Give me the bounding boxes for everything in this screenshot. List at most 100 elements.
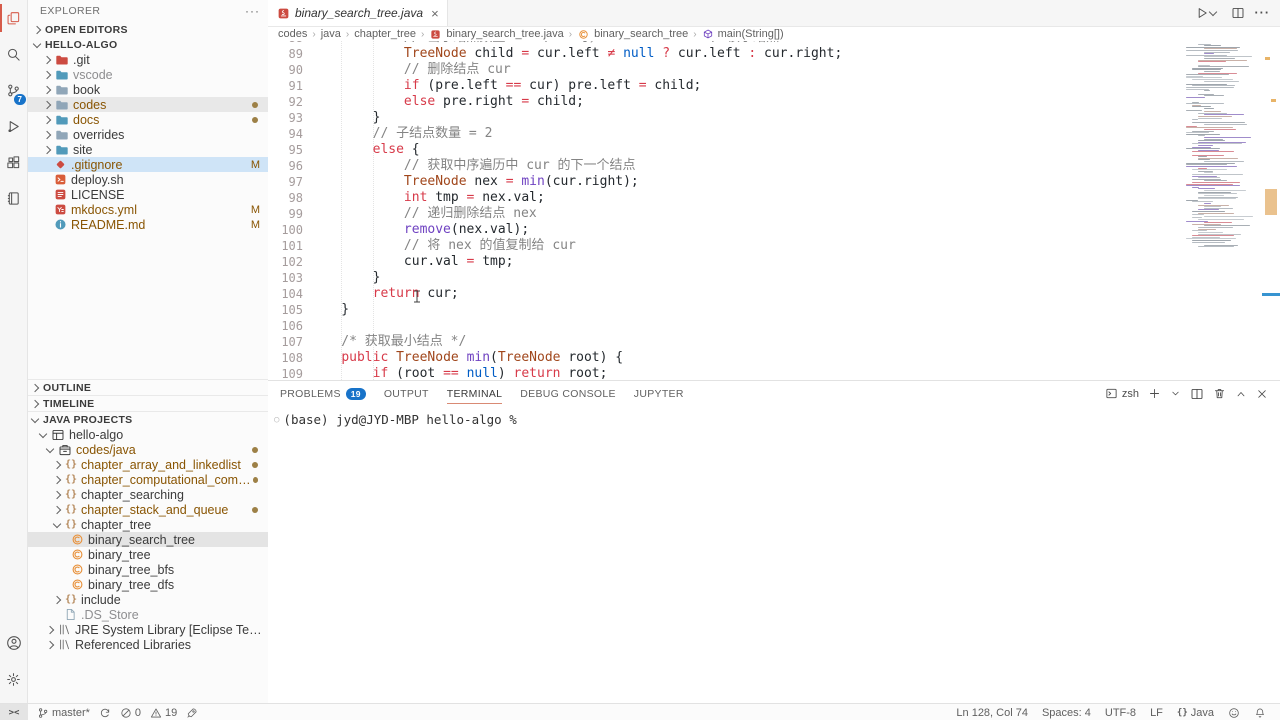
tree-item-jre-system-library-eclipse-temurin-17-17-[interactable]: JRE System Library [Eclipse Temurin 17 [… [28, 622, 268, 637]
panel-action-close-icon[interactable] [1256, 388, 1268, 400]
activity-bar-item-notebook[interactable] [0, 180, 27, 216]
tree-item--ds-store[interactable]: .DS_Store [28, 607, 268, 622]
workspace-root-header[interactable]: HELLO-ALGO [28, 37, 268, 52]
activity-bar-item-settings[interactable] [0, 661, 27, 697]
panel-action-plus-icon[interactable] [1148, 387, 1161, 400]
code-line[interactable]: 99 // 递归删除结点 nex [268, 206, 1280, 222]
status-feedback[interactable] [1228, 707, 1240, 719]
tree-item-binary-tree[interactable]: binary_tree [28, 547, 268, 562]
tab-close-icon[interactable]: × [431, 6, 439, 21]
panel-action-chevron-down-icon[interactable] [1170, 388, 1181, 399]
status-cursor-position[interactable]: Ln 128, Col 74 [956, 707, 1028, 719]
remote-indicator[interactable]: >< [0, 704, 28, 720]
tree-item-chapter-stack-and-queue[interactable]: {}chapter_stack_and_queue [28, 502, 268, 517]
tree-item-docs[interactable]: docs [28, 112, 268, 127]
explorer-more-actions[interactable]: ··· [245, 4, 260, 18]
breadcrumb-item[interactable]: binary_search_tree.java [429, 28, 563, 41]
code-area[interactable]: 88 // 当子结点数量 = 0 / 1 时， child = null / 该… [268, 41, 1280, 380]
code-line[interactable]: 90 // 删除结点 cur [268, 62, 1280, 78]
tree-item-chapter-searching[interactable]: {}chapter_searching [28, 487, 268, 502]
tree-item-readme-md[interactable]: README.mdM [28, 217, 268, 232]
editor-action-run-java[interactable] [1195, 6, 1221, 20]
tree-item-chapter-array-and-linkedlist[interactable]: {}chapter_array_and_linkedlist [28, 457, 268, 472]
status-sync[interactable] [99, 707, 111, 719]
activity-bar-item-run-and-debug[interactable] [0, 108, 27, 144]
panel-tab-jupyter[interactable]: JUPYTER [634, 381, 684, 406]
tree-item-chapter-computational-complexity[interactable]: {}chapter_computational_complexity [28, 472, 268, 487]
code-line[interactable]: 91 if (pre.left == cur) pre.left = child… [268, 78, 1280, 94]
status-encoding[interactable]: UTF-8 [1105, 707, 1136, 719]
code-line[interactable]: 101 // 将 nex 的值复制给 cur [268, 238, 1280, 254]
open-editors-header[interactable]: OPEN EDITORS [28, 22, 268, 37]
editor-action-split-editor[interactable] [1231, 6, 1245, 20]
tree-item-site[interactable]: site [28, 142, 268, 157]
editor-action-more-actions[interactable]: ··· [1255, 6, 1271, 20]
tab-binary-search-tree[interactable]: binary_search_tree.java × [268, 0, 448, 26]
code-line[interactable]: 109 if (root == null) return root; [268, 366, 1280, 380]
section-header-outline[interactable]: OUTLINE [28, 379, 268, 395]
status-notifications[interactable] [1254, 707, 1266, 719]
tree-item-hello-algo[interactable]: hello-algo [28, 427, 268, 442]
status-errors[interactable]: 0 [120, 707, 141, 719]
tree-item-binary-tree-dfs[interactable]: binary_tree_dfs [28, 577, 268, 592]
status-language-mode[interactable]: {}Java [1177, 707, 1214, 719]
code-line[interactable]: 102 cur.val = tmp; [268, 254, 1280, 270]
tree-item-book[interactable]: book [28, 82, 268, 97]
tree-item-license[interactable]: LICENSE [28, 187, 268, 202]
terminal-content[interactable]: ○ (base) jyd@JYD-MBP hello-algo % [268, 406, 1280, 427]
tree-item-binary-search-tree[interactable]: binary_search_tree [28, 532, 268, 547]
panel-tab-terminal[interactable]: TERMINAL [447, 381, 503, 406]
tree-item-codes[interactable]: codes [28, 97, 268, 112]
activity-bar-item-accounts[interactable] [0, 625, 27, 661]
tree-item-referenced-libraries[interactable]: Referenced Libraries [28, 637, 268, 652]
status-java-status[interactable] [186, 707, 198, 719]
tree-item-deploy-sh[interactable]: deploy.sh [28, 172, 268, 187]
tree-item-include[interactable]: {}include [28, 592, 268, 607]
tree-item-chapter-tree[interactable]: {}chapter_tree [28, 517, 268, 532]
section-header-java-projects[interactable]: JAVA PROJECTS [28, 411, 268, 427]
tree-item-codes-java[interactable]: codes/java [28, 442, 268, 457]
activity-bar-item-explorer[interactable] [0, 0, 27, 36]
code-line[interactable]: 100 remove(nex.val); [268, 222, 1280, 238]
panel-action-split-icon[interactable] [1190, 387, 1204, 401]
code-line[interactable]: 98 int tmp = nex.val; [268, 190, 1280, 206]
breadcrumb-item[interactable]: chapter_tree [354, 28, 416, 40]
panel-action-chevron-up-icon[interactable] [1235, 388, 1247, 400]
status-eol[interactable]: LF [1150, 707, 1163, 719]
code-line[interactable]: 94 // 子结点数量 = 2 [268, 126, 1280, 142]
tree-item--gitignore[interactable]: .gitignoreM [28, 157, 268, 172]
code-line[interactable]: 105 } [268, 302, 1280, 318]
tree-item-overrides[interactable]: overrides [28, 127, 268, 142]
tree-item-mkdocs-yml[interactable]: mkdocs.ymlM [28, 202, 268, 217]
status-branch[interactable]: master* [37, 707, 90, 719]
panel-tab-output[interactable]: OUTPUT [384, 381, 429, 406]
breadcrumb-item[interactable]: java [321, 28, 341, 40]
code-line[interactable]: 107 /* 获取最小结点 */ [268, 334, 1280, 350]
breadcrumb-item[interactable]: binary_search_tree [577, 28, 688, 41]
code-line[interactable]: 97 TreeNode nex = min(cur.right); [268, 174, 1280, 190]
code-line[interactable]: 95 else { [268, 142, 1280, 158]
code-line[interactable]: 93 } [268, 110, 1280, 126]
code-line[interactable]: 103 } [268, 270, 1280, 286]
status-warnings[interactable]: 19 [150, 707, 177, 719]
code-line[interactable]: 106 [268, 318, 1280, 334]
activity-bar-item-search[interactable] [0, 36, 27, 72]
panel-tab-problems[interactable]: PROBLEMS19 [280, 381, 366, 406]
activity-bar-item-extensions[interactable] [0, 144, 27, 180]
status-indentation[interactable]: Spaces: 4 [1042, 707, 1091, 719]
minimap[interactable] [1184, 42, 1262, 342]
tree-item-binary-tree-bfs[interactable]: binary_tree_bfs [28, 562, 268, 577]
section-header-timeline[interactable]: TIMELINE [28, 395, 268, 411]
panel-tab-debug-console[interactable]: DEBUG CONSOLE [520, 381, 616, 406]
code-line[interactable]: 108 public TreeNode min(TreeNode root) { [268, 350, 1280, 366]
code-line[interactable]: 96 // 获取中序遍历中 cur 的下一个结点 [268, 158, 1280, 174]
code-line[interactable]: 89 TreeNode child = cur.left ≠ null ? cu… [268, 46, 1280, 62]
activity-bar-item-source-control[interactable]: 7 [0, 72, 27, 108]
tree-item-vscode[interactable]: vscode [28, 67, 268, 82]
code-line[interactable]: 92 else pre.right = child; [268, 94, 1280, 110]
breadcrumb-item[interactable]: codes [278, 28, 307, 40]
terminal-shell-picker[interactable]: zsh [1105, 387, 1139, 400]
tree-item--git[interactable]: .git [28, 52, 268, 67]
breadcrumb-item[interactable]: main(String[]) [702, 28, 784, 40]
panel-action-trash-icon[interactable] [1213, 387, 1226, 400]
